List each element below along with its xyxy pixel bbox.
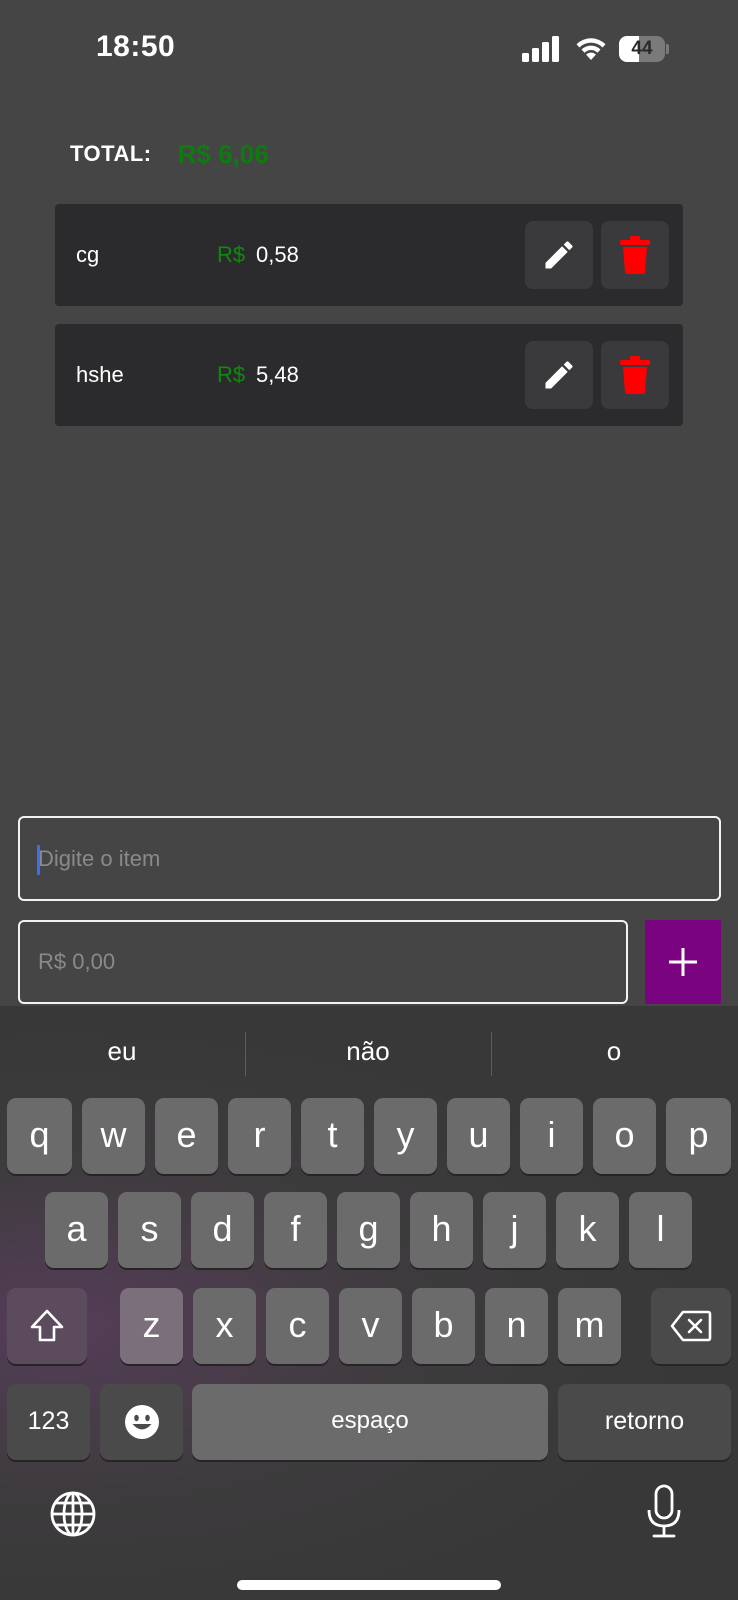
key-o[interactable]: o bbox=[593, 1098, 656, 1174]
key-w[interactable]: w bbox=[82, 1098, 145, 1174]
wifi-icon bbox=[576, 38, 606, 60]
key-x[interactable]: x bbox=[193, 1288, 256, 1364]
key-g[interactable]: g bbox=[337, 1192, 400, 1268]
item-list: cg R$ 0,58 hshe R$ 5,48 bbox=[55, 204, 683, 444]
backspace-key[interactable] bbox=[651, 1288, 731, 1364]
key-h[interactable]: h bbox=[410, 1192, 473, 1268]
key-e[interactable]: e bbox=[155, 1098, 218, 1174]
key-c[interactable]: c bbox=[266, 1288, 329, 1364]
key-r[interactable]: r bbox=[228, 1098, 291, 1174]
return-key[interactable]: retorno bbox=[558, 1384, 731, 1460]
key-f[interactable]: f bbox=[264, 1192, 327, 1268]
key-a[interactable]: a bbox=[45, 1192, 108, 1268]
trash-icon bbox=[620, 356, 650, 394]
key-z[interactable]: z bbox=[120, 1288, 183, 1364]
list-item: cg R$ 0,58 bbox=[55, 204, 683, 306]
text-caret bbox=[37, 845, 40, 875]
suggestion-item[interactable]: eu bbox=[0, 1006, 244, 1096]
total-label: TOTAL: bbox=[70, 141, 152, 166]
key-i[interactable]: i bbox=[520, 1098, 583, 1174]
trash-icon bbox=[620, 236, 650, 274]
item-name: hshe bbox=[76, 362, 124, 387]
home-indicator[interactable] bbox=[237, 1580, 501, 1590]
delete-button[interactable] bbox=[601, 221, 669, 289]
key-l[interactable]: l bbox=[629, 1192, 692, 1268]
key-u[interactable]: u bbox=[447, 1098, 510, 1174]
status-bar: 18:50 44 bbox=[0, 0, 738, 100]
numbers-key[interactable]: 123 bbox=[7, 1384, 90, 1460]
key-d[interactable]: d bbox=[191, 1192, 254, 1268]
key-s[interactable]: s bbox=[118, 1192, 181, 1268]
item-name: cg bbox=[76, 242, 100, 267]
total-value: R$ 6,06 bbox=[177, 138, 269, 169]
item-currency: R$ bbox=[217, 362, 246, 387]
plus-icon bbox=[669, 948, 697, 976]
key-j[interactable]: j bbox=[483, 1192, 546, 1268]
item-price: 5,48 bbox=[256, 362, 299, 387]
pencil-icon bbox=[545, 241, 573, 269]
on-screen-keyboard: eu não o q w e r t y u i o p a s d f g h… bbox=[0, 1006, 738, 1600]
battery-level: 44 bbox=[631, 38, 653, 59]
shift-icon bbox=[30, 1309, 64, 1342]
price-input[interactable] bbox=[18, 920, 628, 1004]
key-v[interactable]: v bbox=[339, 1288, 402, 1364]
status-time: 18:50 bbox=[96, 30, 176, 63]
key-q[interactable]: q bbox=[7, 1098, 72, 1174]
battery-icon: 44 bbox=[619, 36, 669, 62]
edit-button[interactable] bbox=[525, 341, 593, 409]
shift-key[interactable] bbox=[7, 1288, 87, 1364]
key-k[interactable]: k bbox=[556, 1192, 619, 1268]
space-key[interactable]: espaço bbox=[192, 1384, 548, 1460]
emoji-icon bbox=[124, 1405, 159, 1439]
globe-icon[interactable] bbox=[49, 1490, 97, 1538]
add-item-button[interactable] bbox=[645, 920, 721, 1004]
cellular-signal-icon bbox=[522, 36, 559, 62]
item-currency: R$ bbox=[217, 242, 246, 267]
pencil-icon bbox=[545, 361, 573, 389]
suggestion-item[interactable]: não bbox=[246, 1006, 490, 1096]
edit-button[interactable] bbox=[525, 221, 593, 289]
backspace-icon bbox=[670, 1310, 712, 1342]
item-price: 0,58 bbox=[256, 242, 299, 267]
key-y[interactable]: y bbox=[374, 1098, 437, 1174]
key-t[interactable]: t bbox=[301, 1098, 364, 1174]
key-p[interactable]: p bbox=[666, 1098, 731, 1174]
suggestion-bar: eu não o bbox=[0, 1006, 738, 1096]
delete-button[interactable] bbox=[601, 341, 669, 409]
key-m[interactable]: m bbox=[558, 1288, 621, 1364]
suggestion-item[interactable]: o bbox=[492, 1006, 736, 1096]
total-summary: TOTAL: R$ 6,06 bbox=[70, 136, 269, 172]
key-b[interactable]: b bbox=[412, 1288, 475, 1364]
key-n[interactable]: n bbox=[485, 1288, 548, 1364]
item-name-input[interactable] bbox=[18, 816, 721, 901]
emoji-key[interactable] bbox=[100, 1384, 183, 1460]
microphone-icon[interactable] bbox=[646, 1484, 682, 1540]
list-item: hshe R$ 5,48 bbox=[55, 324, 683, 426]
